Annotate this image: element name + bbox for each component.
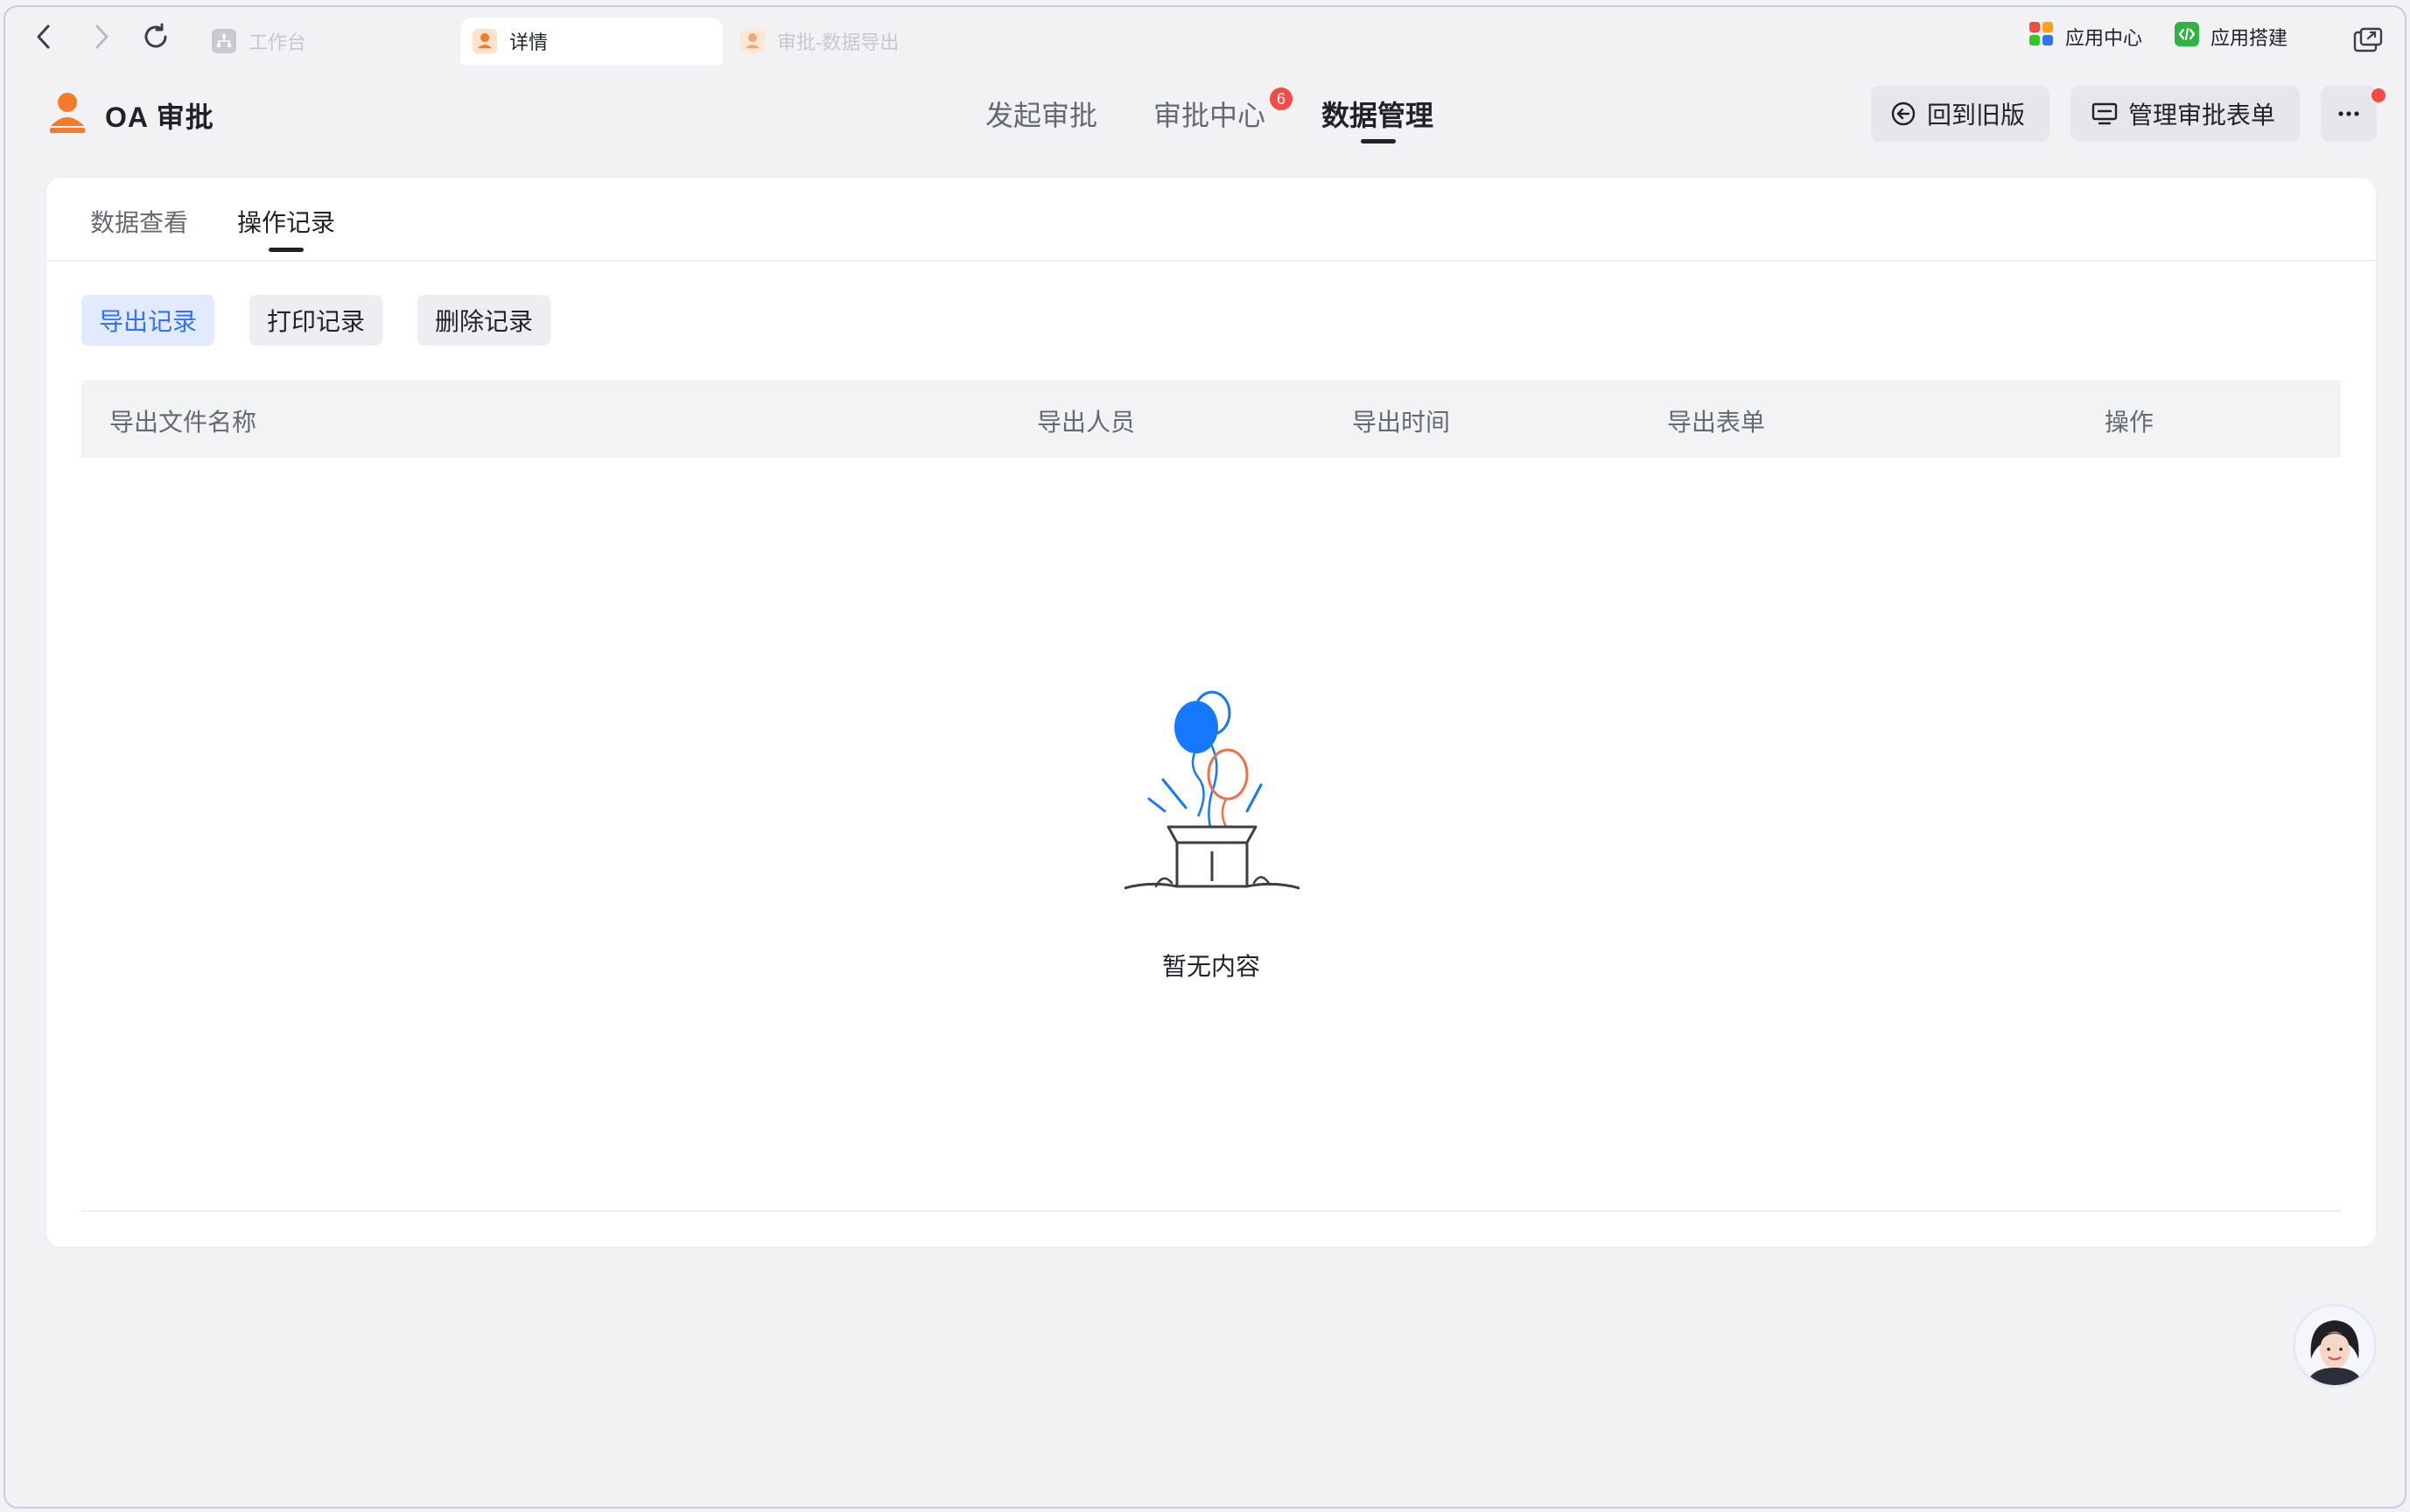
app-builder-link[interactable]: 应用搭建 xyxy=(2174,21,2287,52)
open-external-icon[interactable] xyxy=(2350,23,2385,58)
tab-export[interactable]: 审批-数据导出 xyxy=(728,18,1008,65)
nav-active-indicator xyxy=(1361,139,1396,144)
tab-label: 工作台 xyxy=(249,32,307,53)
app-title: OA 审批 xyxy=(105,102,214,133)
app-builder-label: 应用搭建 xyxy=(2210,27,2288,49)
print-records-button[interactable]: 打印记录 xyxy=(249,295,382,346)
app-center-link[interactable]: 应用中心 xyxy=(2028,21,2142,52)
tab-strip: 工作台 详情 审批-数据导出 应用中心 应用搭建 xyxy=(5,7,2405,66)
manage-approval-forms-label: 管理审批表单 xyxy=(2128,102,2276,129)
more-button[interactable] xyxy=(2321,86,2377,142)
refresh-icon[interactable] xyxy=(138,19,173,54)
tab-label: 审批-数据导出 xyxy=(777,32,900,53)
subtab-active-indicator xyxy=(269,248,304,252)
approval-count-badge: 6 xyxy=(1270,88,1293,110)
back-to-old-version-button[interactable]: 回到旧版 xyxy=(1871,86,2049,142)
back-to-old-version-label: 回到旧版 xyxy=(1927,102,2026,129)
forward-icon[interactable] xyxy=(84,19,119,54)
app-builder-icon xyxy=(2174,21,2200,52)
tab-label: 详情 xyxy=(509,32,549,53)
monitor-icon xyxy=(2091,101,2118,127)
table-bottom-border xyxy=(81,1210,2341,1212)
support-assistant-avatar[interactable] xyxy=(2293,1304,2377,1388)
column-header: 导出人员 xyxy=(1037,409,1136,436)
circle-arrow-left-icon xyxy=(1890,101,1916,127)
approval-app-icon xyxy=(473,29,497,53)
delete-records-button[interactable]: 删除记录 xyxy=(417,295,550,346)
column-header: 操作 xyxy=(2105,409,2154,436)
tab-data-view[interactable]: 数据查看 xyxy=(90,204,188,239)
more-icon xyxy=(2337,110,2360,117)
browser-window: 工作台 详情 审批-数据导出 应用中心 应用搭建 OA 审批 发起审批 审批中心… xyxy=(4,5,2406,1508)
manage-approval-forms-button[interactable]: 管理审批表单 xyxy=(2070,86,2300,142)
column-header: 导出表单 xyxy=(1667,409,1766,436)
tab-workbench[interactable]: 工作台 xyxy=(200,18,453,65)
nav-data-management[interactable]: 数据管理 xyxy=(1321,94,1433,134)
back-icon[interactable] xyxy=(26,19,61,54)
app-center-icon xyxy=(2028,21,2055,52)
app-center-label: 应用中心 xyxy=(2065,27,2143,49)
nav-initiate-approval[interactable]: 发起审批 xyxy=(985,94,1097,134)
empty-state-text: 暂无内容 xyxy=(1161,953,1260,980)
column-header: 导出文件名称 xyxy=(109,409,257,436)
approval-app-icon xyxy=(740,29,765,53)
export-records-button[interactable]: 导出记录 xyxy=(81,295,214,346)
column-header: 导出时间 xyxy=(1352,409,1451,436)
nav-approval-center[interactable]: 审批中心 xyxy=(1153,94,1265,134)
divider xyxy=(46,260,2376,262)
content-card: 数据查看 操作记录 导出记录 打印记录 删除记录 导出文件名称 导出人员 导出时… xyxy=(46,177,2377,1248)
tab-detail[interactable]: 详情 xyxy=(460,18,723,65)
approval-logo-icon xyxy=(47,91,88,135)
workbench-icon xyxy=(212,29,236,53)
table-header: 导出文件名称 导出人员 导出时间 导出表单 操作 xyxy=(81,381,2341,458)
tab-operation-records[interactable]: 操作记录 xyxy=(237,204,335,239)
empty-state-illustration xyxy=(1124,690,1300,890)
notification-dot xyxy=(2371,88,2385,102)
